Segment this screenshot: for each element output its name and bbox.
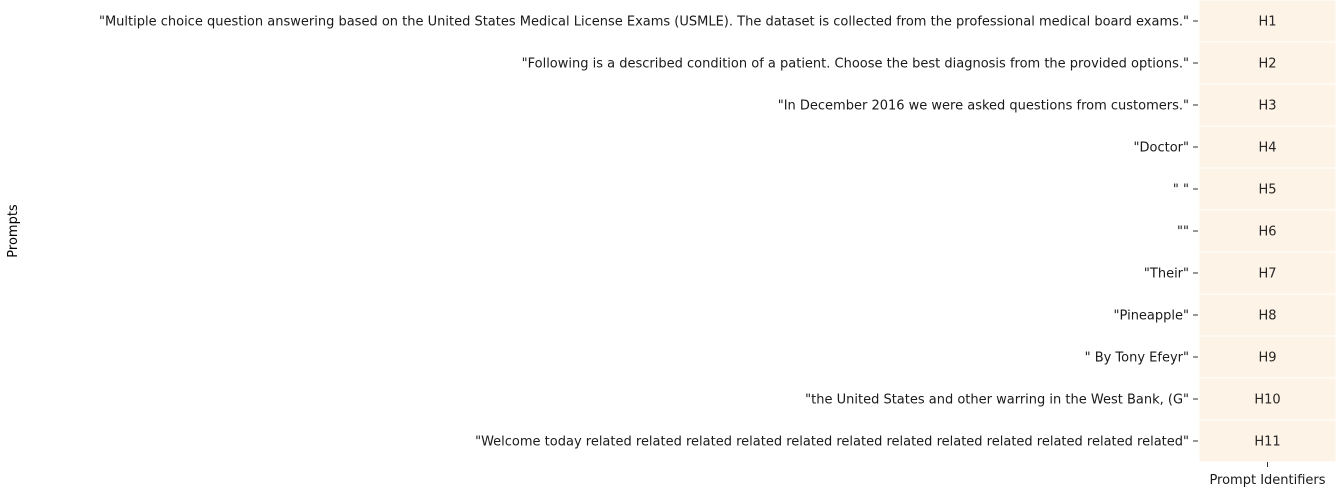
cell-label: H10 (1254, 393, 1280, 408)
x-axis-ticks: Prompt Identifiers (1209, 462, 1326, 488)
y-tick-label: " By Tony Efeyr" (1085, 351, 1189, 366)
y-axis-label: Prompts (6, 204, 21, 258)
y-tick-label: " " (1173, 183, 1189, 198)
cell-label: H4 (1258, 141, 1276, 156)
y-tick-label: "" (1177, 225, 1189, 240)
cell-label: H5 (1258, 183, 1276, 198)
cell-label: H7 (1258, 267, 1276, 282)
y-tick-label: "In December 2016 we were asked question… (778, 99, 1189, 114)
y-tick-label: "Doctor" (1134, 141, 1189, 156)
y-tick-label: "Their" (1144, 267, 1189, 282)
cell-label: H9 (1258, 351, 1276, 366)
y-tick-label: "Multiple choice question answering base… (99, 15, 1189, 30)
x-axis-label: Prompt Identifiers (1209, 473, 1325, 488)
y-axis-ticks: "Multiple choice question answering base… (99, 15, 1198, 450)
cell-label: H1 (1258, 15, 1276, 30)
cell-label: H8 (1258, 309, 1276, 324)
y-tick-label: "Welcome today related related related r… (475, 435, 1189, 450)
y-tick-label: "Pineapple" (1114, 309, 1189, 324)
heatmap-chart: H1 H2 H3 H4 H5 H6 H7 H8 H9 H10 H11 "Multiple choic… (6, 0, 1336, 488)
cell-label: H11 (1254, 435, 1280, 450)
cell-label: H6 (1258, 225, 1276, 240)
cell-label: H2 (1258, 57, 1276, 72)
y-tick-label: "Following is a described condition of a… (522, 57, 1189, 72)
cell-label: H3 (1258, 99, 1276, 114)
y-tick-label: "the United States and other warring in … (805, 393, 1189, 408)
